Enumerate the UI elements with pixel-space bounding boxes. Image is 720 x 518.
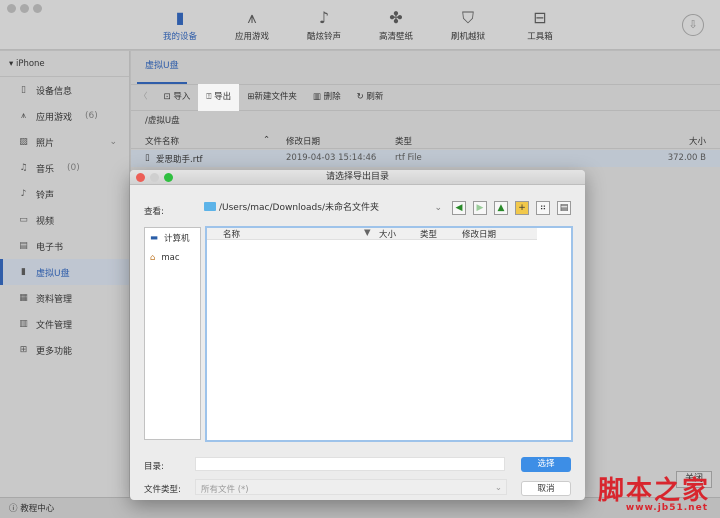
export-button[interactable]: ⍐ 导出 xyxy=(198,84,240,111)
file-icon: ▥ xyxy=(19,319,28,329)
sidebar-item-apps[interactable]: ⩚ 应用游戏 (6) xyxy=(0,103,129,129)
top-bar: ▮ 我的设备 ⩚ 应用游戏 ♪ 酷炫铃声 ✤ 高清壁纸 ⛉ 刷机越狱 ⊟ 工具箱 ⇩ xyxy=(0,0,720,50)
back-icon[interactable]: ◀ xyxy=(452,201,466,215)
photo-icon: ▨ xyxy=(19,137,28,147)
refresh-icon: ↻ xyxy=(356,92,367,102)
nav-ringtones[interactable]: ♪ 酷炫铃声 xyxy=(294,8,354,42)
tab-virtual-udisk[interactable]: 虚拟U盘 xyxy=(137,51,187,84)
place-home[interactable]: ⌂ mac xyxy=(145,248,200,268)
current-path: /虚拟U盘 xyxy=(145,116,180,126)
sidebar-item-music[interactable]: ♫ 音乐 (0) xyxy=(0,155,129,181)
nav-jailbreak[interactable]: ⛉ 刷机越狱 xyxy=(438,8,498,42)
export-directory-dialog: 请选择导出目录 查看: /Users/mac/Downloads/未命名文件夹 ⌄… xyxy=(130,170,585,500)
sidebar-item-photos[interactable]: ▨ 照片 ⌄ xyxy=(0,129,129,155)
home-icon: ⌂ xyxy=(150,253,156,263)
app-icon: ⩚ xyxy=(20,111,27,121)
download-icon[interactable]: ⇩ xyxy=(682,14,704,36)
nav-wallpapers[interactable]: ✤ 高清壁纸 xyxy=(366,8,426,42)
up-icon[interactable]: ▲ xyxy=(494,201,508,215)
places-sidebar: ▬ 计算机 ⌂ mac xyxy=(144,227,201,440)
col-type[interactable]: 类型 xyxy=(395,135,412,147)
computer-icon: ▬ xyxy=(150,233,159,243)
nav-toolbox[interactable]: ⊟ 工具箱 xyxy=(510,8,570,42)
app-icon: ⩚ xyxy=(247,8,257,27)
directory-input[interactable] xyxy=(195,457,505,471)
col-size[interactable]: 大小 xyxy=(689,135,706,147)
place-computer[interactable]: ▬ 计算机 xyxy=(145,228,200,248)
sidebar-item-ringtones[interactable]: ♪ 铃声 xyxy=(0,181,129,207)
phone-icon: ▮ xyxy=(175,8,185,27)
cancel-button[interactable]: 取消 xyxy=(521,481,571,496)
new-folder-icon[interactable]: + xyxy=(515,201,529,215)
nav-apps[interactable]: ⩚ 应用游戏 xyxy=(222,8,282,42)
data-icon: ▦ xyxy=(19,293,28,303)
close-dialog-button[interactable] xyxy=(136,173,145,182)
sidebar-item-device-info[interactable]: ▯ 设备信息 xyxy=(0,77,129,103)
file-type-dropdown[interactable]: 所有文件 (*) ⌄ xyxy=(195,479,507,495)
table-row[interactable]: ▯ 爱思助手.rtf 2019-04-03 15:14:46 rtf File … xyxy=(131,150,720,167)
device-header[interactable]: ▾ iPhone xyxy=(0,51,129,77)
udisk-icon: ▮ xyxy=(21,267,26,277)
list-header: 名称 ▼ 大小 类型 修改日期 xyxy=(207,228,537,240)
delete-button[interactable]: ▥ 删除 xyxy=(305,84,349,111)
col-date[interactable]: 修改日期 xyxy=(286,135,320,147)
import-icon: ⊡ xyxy=(163,92,174,102)
nav-my-device[interactable]: ▮ 我的设备 xyxy=(150,8,210,42)
dialog-title: 请选择导出目录 xyxy=(130,170,585,185)
sidebar-item-data-management[interactable]: ▦ 资料管理 xyxy=(0,285,129,311)
sidebar-item-file-management[interactable]: ▥ 文件管理 xyxy=(0,311,129,337)
minimize-dialog-button[interactable] xyxy=(150,173,159,182)
refresh-button[interactable]: ↻ 刷新 xyxy=(349,84,392,111)
grid-icon: ⊞ xyxy=(19,345,28,355)
sort-asc-icon[interactable]: ⌃ xyxy=(263,135,270,145)
device-icon: ▯ xyxy=(21,85,26,95)
toolbar: 〈 ⊡ 导入 ⍐ 导出 ⊞新建文件夹 ▥ 删除 ↻ 刷新 xyxy=(131,84,720,111)
chevron-down-icon[interactable]: ⌄ xyxy=(109,137,117,147)
sort-desc-icon: ▼ xyxy=(364,228,371,238)
window-controls[interactable] xyxy=(7,4,42,13)
choose-button[interactable]: 选择 xyxy=(521,457,571,472)
back-icon[interactable]: 〈 xyxy=(131,84,156,111)
folder-icon xyxy=(204,202,216,211)
music-icon: ♫ xyxy=(19,163,28,173)
video-icon: ▭ xyxy=(19,215,28,225)
col-name[interactable]: 文件名称 xyxy=(145,135,179,147)
music-note-icon: ♪ xyxy=(318,8,330,27)
file-list[interactable]: 名称 ▼ 大小 类型 修改日期 xyxy=(205,226,573,442)
look-in-dropdown[interactable]: /Users/mac/Downloads/未命名文件夹 ⌄ xyxy=(198,200,446,217)
help-center-link[interactable]: ⓘ 教程中心 xyxy=(9,502,54,514)
bell-icon: ♪ xyxy=(20,189,27,199)
watermark-logo: 脚本之家 xyxy=(597,476,710,506)
sidebar: ▾ iPhone ▯ 设备信息 ⩚ 应用游戏 (6) ▨ 照片 ⌄ ♫ 音乐 (0) ♪ 铃声 … xyxy=(0,51,130,497)
toolbox-icon: ⊟ xyxy=(533,8,547,27)
export-icon: ⍐ xyxy=(206,92,215,102)
watermark-url: www.jb51.net xyxy=(625,503,708,513)
detail-view-icon[interactable]: ▤ xyxy=(557,201,571,215)
trash-icon: ▥ xyxy=(312,92,324,102)
sidebar-item-video[interactable]: ▭ 视频 xyxy=(0,207,129,233)
clover-icon: ✤ xyxy=(389,8,403,27)
shield-icon: ⛉ xyxy=(461,8,474,27)
chevron-down-icon: ⌄ xyxy=(494,483,502,493)
new-folder-button[interactable]: ⊞新建文件夹 xyxy=(239,84,305,111)
list-view-icon[interactable]: ⠶ xyxy=(536,201,550,215)
zoom-dialog-button[interactable] xyxy=(164,173,173,182)
import-button[interactable]: ⊡ 导入 xyxy=(156,84,199,111)
book-icon: ▤ xyxy=(19,241,28,251)
table-header: 文件名称 ⌃ 修改日期 类型 大小 xyxy=(131,132,720,149)
file-icon: ▯ xyxy=(145,153,150,163)
sidebar-item-ebooks[interactable]: ▤ 电子书 xyxy=(0,233,129,259)
forward-icon[interactable]: ▶ xyxy=(473,201,487,215)
chevron-down-icon: ⌄ xyxy=(434,203,442,213)
sidebar-item-more[interactable]: ⊞ 更多功能 xyxy=(0,337,129,363)
sidebar-item-virtual-udisk[interactable]: ▮ 虚拟U盘 xyxy=(0,259,129,285)
